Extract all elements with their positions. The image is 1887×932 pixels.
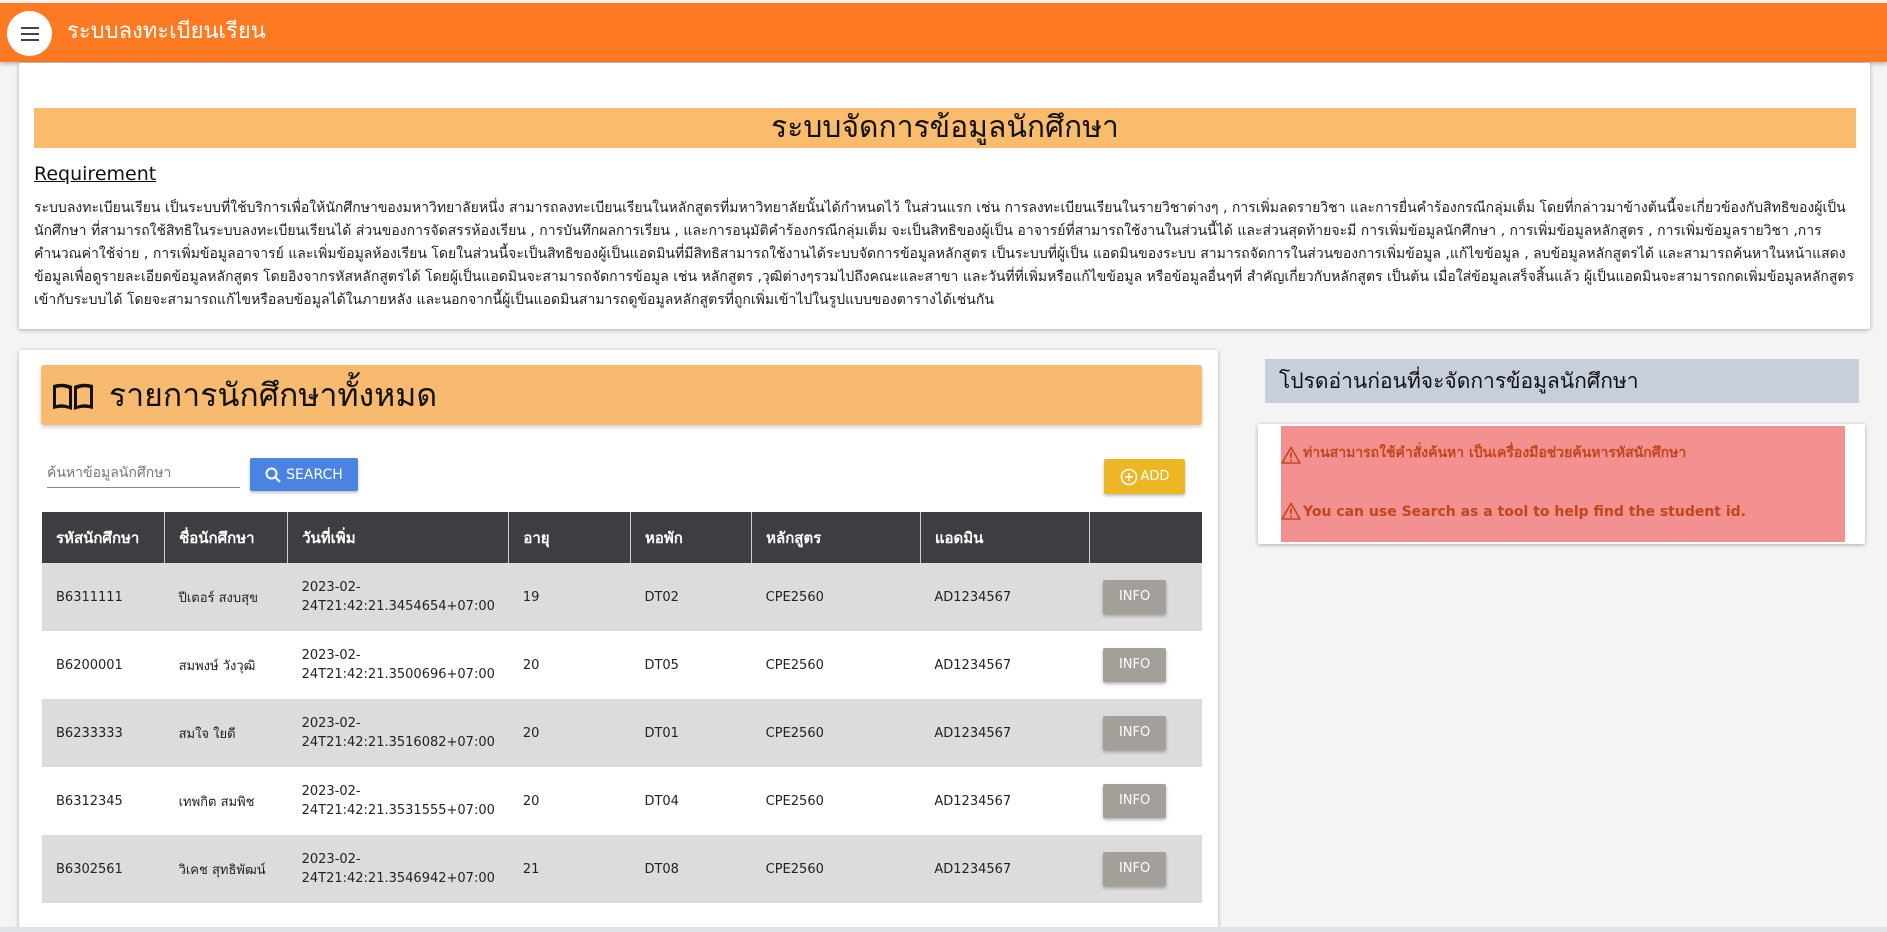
- column-header-admin[interactable]: แอดมิน: [920, 512, 1090, 563]
- alert-line-thai: ท่านสามารถใช้คำสั่งค้นหา เป็นเครื่องมือช…: [1281, 442, 1686, 464]
- app-title: ระบบลงทะเบียนเรียน: [67, 19, 266, 44]
- age-cell: 19: [508, 563, 631, 631]
- add-button-label: ADD: [1140, 469, 1170, 484]
- student-id-cell: B6200001: [42, 631, 165, 699]
- requirement-card: ระบบจัดการข้อมูลนักศึกษา Requirement ระบ…: [19, 63, 1870, 329]
- date-part: 2023-02-: [301, 716, 361, 731]
- time-part: 24T21:42:21.3516082+07:00: [301, 735, 495, 750]
- student-name-cell: สมพงษ์ วังวุฒิ: [164, 631, 288, 699]
- app-bar: ระบบลงทะเบียนเรียน: [0, 3, 1887, 62]
- student-name-cell: เทพกิต สมพิช: [164, 767, 288, 835]
- student-id-cell: B6302561: [42, 835, 165, 903]
- side-panel-card: ท่านสามารถใช้คำสั่งค้นหา เป็นเครื่องมือช…: [1258, 424, 1865, 544]
- search-input[interactable]: [47, 458, 240, 488]
- column-header-student-name[interactable]: ชื่อนักศึกษา: [164, 512, 289, 563]
- age-cell: 20: [508, 631, 631, 699]
- date-added-cell: 2023-02- 24T21:42:21.3546942+07:00: [287, 835, 509, 903]
- table-row: B6311111 ปีเตอร์ สงบสุข 2023-02- 24T21:42…: [42, 563, 1202, 631]
- dorm-cell: DT02: [630, 563, 752, 631]
- page-title: ระบบจัดการข้อมูลนักศึกษา: [34, 108, 1856, 148]
- table-row: B6312345 เทพกิต สมพิช 2023-02- 24T21:42:2…: [42, 767, 1202, 835]
- book-icon: [53, 383, 93, 410]
- date-part: 2023-02-: [301, 852, 361, 867]
- time-part: 24T21:42:21.3546942+07:00: [301, 871, 495, 886]
- student-list-card: รายการนักศึกษาทั้งหมด SEARCH ADD รหัสนัก…: [19, 350, 1218, 932]
- page-bottom-divider: [0, 927, 1887, 932]
- actions-cell: INFO: [1089, 631, 1202, 699]
- admin-cell: AD1234567: [920, 699, 1090, 767]
- date-added-cell: 2023-02- 24T21:42:21.3516082+07:00: [287, 699, 509, 767]
- column-header-date-added[interactable]: วันที่เพิ่ม: [287, 512, 510, 563]
- plus-circle-icon: [1120, 468, 1137, 485]
- student-name-cell: ปีเตอร์ สงบสุข: [164, 563, 288, 631]
- student-id-cell: B6233333: [42, 699, 165, 767]
- date-part: 2023-02-: [301, 784, 361, 799]
- age-cell: 20: [508, 767, 631, 835]
- actions-cell: INFO: [1089, 563, 1202, 631]
- student-name-cell: สมใจ ใยดี: [164, 699, 288, 767]
- alert-text-thai: ท่านสามารถใช้คำสั่งค้นหา เป็นเครื่องมือช…: [1303, 445, 1687, 461]
- table-header-row: รหัสนักศึกษา ชื่อนักศึกษา วันที่เพิ่ม อา…: [42, 512, 1202, 563]
- info-button[interactable]: INFO: [1103, 784, 1167, 818]
- student-table: รหัสนักศึกษา ชื่อนักศึกษา วันที่เพิ่ม อา…: [42, 512, 1202, 903]
- info-button[interactable]: INFO: [1103, 580, 1167, 614]
- info-button[interactable]: INFO: [1103, 852, 1167, 886]
- actions-cell: INFO: [1089, 835, 1202, 903]
- info-button[interactable]: INFO: [1103, 716, 1167, 750]
- student-list-header: รายการนักศึกษาทั้งหมด: [41, 365, 1202, 425]
- info-button[interactable]: INFO: [1103, 648, 1167, 682]
- warning-triangle-icon: [1281, 446, 1301, 464]
- actions-cell: INFO: [1089, 699, 1202, 767]
- requirement-heading: Requirement: [34, 163, 157, 185]
- menu-button[interactable]: [7, 11, 52, 56]
- date-part: 2023-02-: [301, 648, 361, 663]
- student-name-cell: วิเคช สุทธิพัฒน์: [164, 835, 288, 903]
- requirement-text: ระบบลงทะเบียนเรียน เป็นระบบที่ใช้บริการเ…: [34, 200, 1855, 308]
- dorm-cell: DT04: [630, 767, 752, 835]
- add-student-button[interactable]: ADD: [1104, 459, 1185, 494]
- column-header-dorm[interactable]: หอพัก: [630, 512, 753, 563]
- date-part: 2023-02-: [301, 580, 361, 595]
- table-row: B6233333 สมใจ ใยดี 2023-02- 24T21:42:21.3…: [42, 699, 1202, 767]
- menu-icon: [20, 26, 39, 41]
- course-cell: CPE2560: [751, 631, 921, 699]
- dorm-cell: DT05: [630, 631, 752, 699]
- warning-triangle-icon: [1281, 502, 1301, 520]
- student-list-title: รายการนักศึกษาทั้งหมด: [109, 376, 438, 414]
- admin-cell: AD1234567: [920, 835, 1090, 903]
- age-cell: 21: [508, 835, 631, 903]
- actions-cell: INFO: [1089, 767, 1202, 835]
- alert-line-english: You can use Search as a tool to help fin…: [1281, 502, 1746, 520]
- course-cell: CPE2560: [751, 835, 921, 903]
- time-part: 24T21:42:21.3500696+07:00: [301, 667, 495, 682]
- time-part: 24T21:42:21.3531555+07:00: [301, 803, 495, 818]
- date-added-cell: 2023-02- 24T21:42:21.3531555+07:00: [287, 767, 509, 835]
- admin-cell: AD1234567: [920, 631, 1090, 699]
- student-id-cell: B6312345: [42, 767, 165, 835]
- column-header-student-id[interactable]: รหัสนักศึกษา: [42, 512, 166, 563]
- table-row: B6200001 สมพงษ์ วังวุฒิ 2023-02- 24T21:42…: [42, 631, 1202, 699]
- dorm-cell: DT01: [630, 699, 752, 767]
- course-cell: CPE2560: [751, 767, 921, 835]
- alert-text-english: You can use Search as a tool to help fin…: [1303, 504, 1747, 520]
- course-cell: CPE2560: [751, 563, 921, 631]
- admin-cell: AD1234567: [920, 767, 1090, 835]
- search-icon: [265, 467, 281, 483]
- date-added-cell: 2023-02- 24T21:42:21.3454654+07:00: [287, 563, 509, 631]
- age-cell: 20: [508, 699, 631, 767]
- table-row: B6302561 วิเคช สุทธิพัฒน์ 2023-02- 24T21:…: [42, 835, 1202, 903]
- time-part: 24T21:42:21.3454654+07:00: [301, 599, 495, 614]
- course-cell: CPE2560: [751, 699, 921, 767]
- alert-box: ท่านสามารถใช้คำสั่งค้นหา เป็นเครื่องมือช…: [1281, 426, 1845, 542]
- column-header-course[interactable]: หลักสูตร: [751, 512, 921, 563]
- search-button[interactable]: SEARCH: [250, 458, 358, 491]
- student-id-cell: B6311111: [42, 563, 165, 631]
- dorm-cell: DT08: [630, 835, 752, 903]
- search-button-label: SEARCH: [286, 466, 343, 483]
- side-panel-title: โปรดอ่านก่อนที่จะจัดการข้อมูลนักศึกษา: [1265, 359, 1859, 403]
- admin-cell: AD1234567: [920, 563, 1090, 631]
- column-header-age[interactable]: อายุ: [508, 512, 631, 563]
- date-added-cell: 2023-02- 24T21:42:21.3500696+07:00: [287, 631, 509, 699]
- column-header-actions: [1089, 512, 1202, 563]
